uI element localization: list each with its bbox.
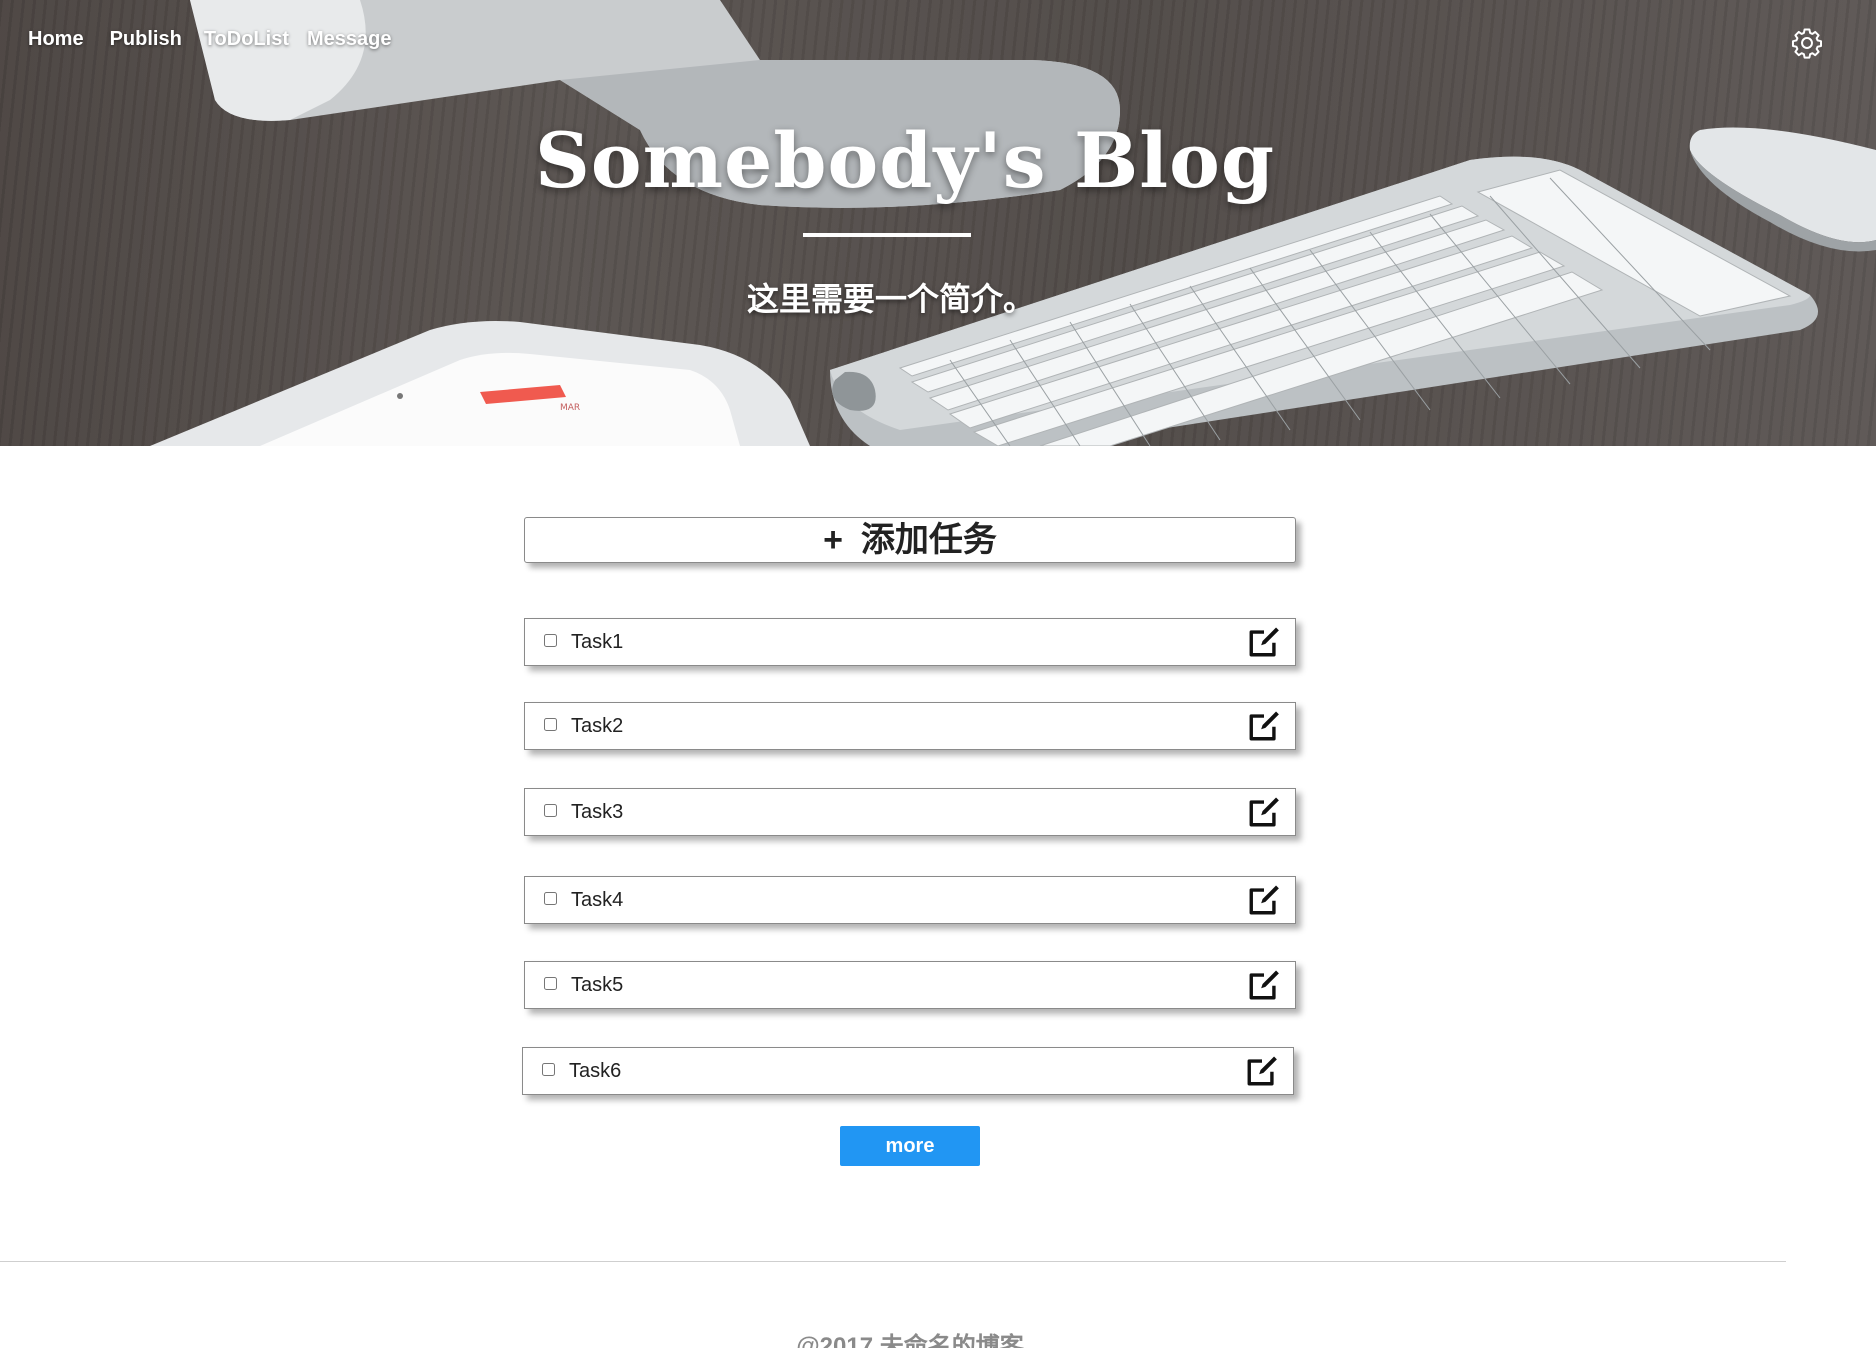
task-label: Task5 xyxy=(571,974,624,996)
nav-todolist-link[interactable]: ToDoList xyxy=(204,28,289,51)
task-row-3: Task3 xyxy=(524,788,1296,836)
edit-icon[interactable] xyxy=(1247,968,1281,1002)
add-task-label: 添加任务 xyxy=(860,521,997,559)
edit-icon[interactable] xyxy=(1247,625,1281,659)
task-checkbox[interactable] xyxy=(544,718,557,731)
task-row-5: Task5 xyxy=(524,961,1296,1009)
blog-subtitle: 这里需要一个简介。 xyxy=(746,281,1035,317)
hero-banner: MAR Home Publish ToDoList Message Somebo… xyxy=(0,0,1876,446)
more-button[interactable]: more xyxy=(840,1126,980,1166)
top-nav: Home Publish ToDoList Message xyxy=(28,28,391,51)
edit-icon[interactable] xyxy=(1247,883,1281,917)
nav-home-link[interactable]: Home xyxy=(28,28,84,51)
task-row-4: Task4 xyxy=(524,876,1296,924)
task-label: Task3 xyxy=(571,801,624,823)
task-row-1: Task1 xyxy=(524,618,1296,666)
nav-publish-link[interactable]: Publish xyxy=(110,28,182,51)
title-divider xyxy=(803,233,971,237)
blog-title: Somebody's Blog xyxy=(535,116,1275,205)
add-task-button[interactable]: + 添加任务 xyxy=(524,517,1296,563)
edit-icon[interactable] xyxy=(1247,795,1281,829)
task-row-6: Task6 xyxy=(522,1047,1294,1095)
task-label: Task6 xyxy=(569,1060,622,1082)
task-checkbox[interactable] xyxy=(544,634,557,647)
task-row-2: Task2 xyxy=(524,702,1296,750)
page: MAR Home Publish ToDoList Message Somebo… xyxy=(0,0,1876,1348)
task-checkbox[interactable] xyxy=(544,804,557,817)
gear-icon[interactable] xyxy=(1790,26,1824,60)
footer-divider xyxy=(0,1261,1786,1262)
task-checkbox[interactable] xyxy=(544,977,557,990)
task-label: Task1 xyxy=(571,631,624,653)
desk-photo-background: MAR xyxy=(150,0,1876,446)
footer-copyright: @2017 未命名的博客 xyxy=(796,1333,1024,1348)
task-label: Task2 xyxy=(571,715,624,737)
task-checkbox[interactable] xyxy=(544,892,557,905)
task-checkbox[interactable] xyxy=(542,1063,555,1076)
task-label: Task4 xyxy=(571,889,624,911)
svg-text:MAR: MAR xyxy=(560,403,580,413)
plus-icon: + xyxy=(823,521,843,559)
edit-icon[interactable] xyxy=(1247,709,1281,743)
edit-icon[interactable] xyxy=(1245,1054,1279,1088)
nav-message-link[interactable]: Message xyxy=(307,28,392,51)
